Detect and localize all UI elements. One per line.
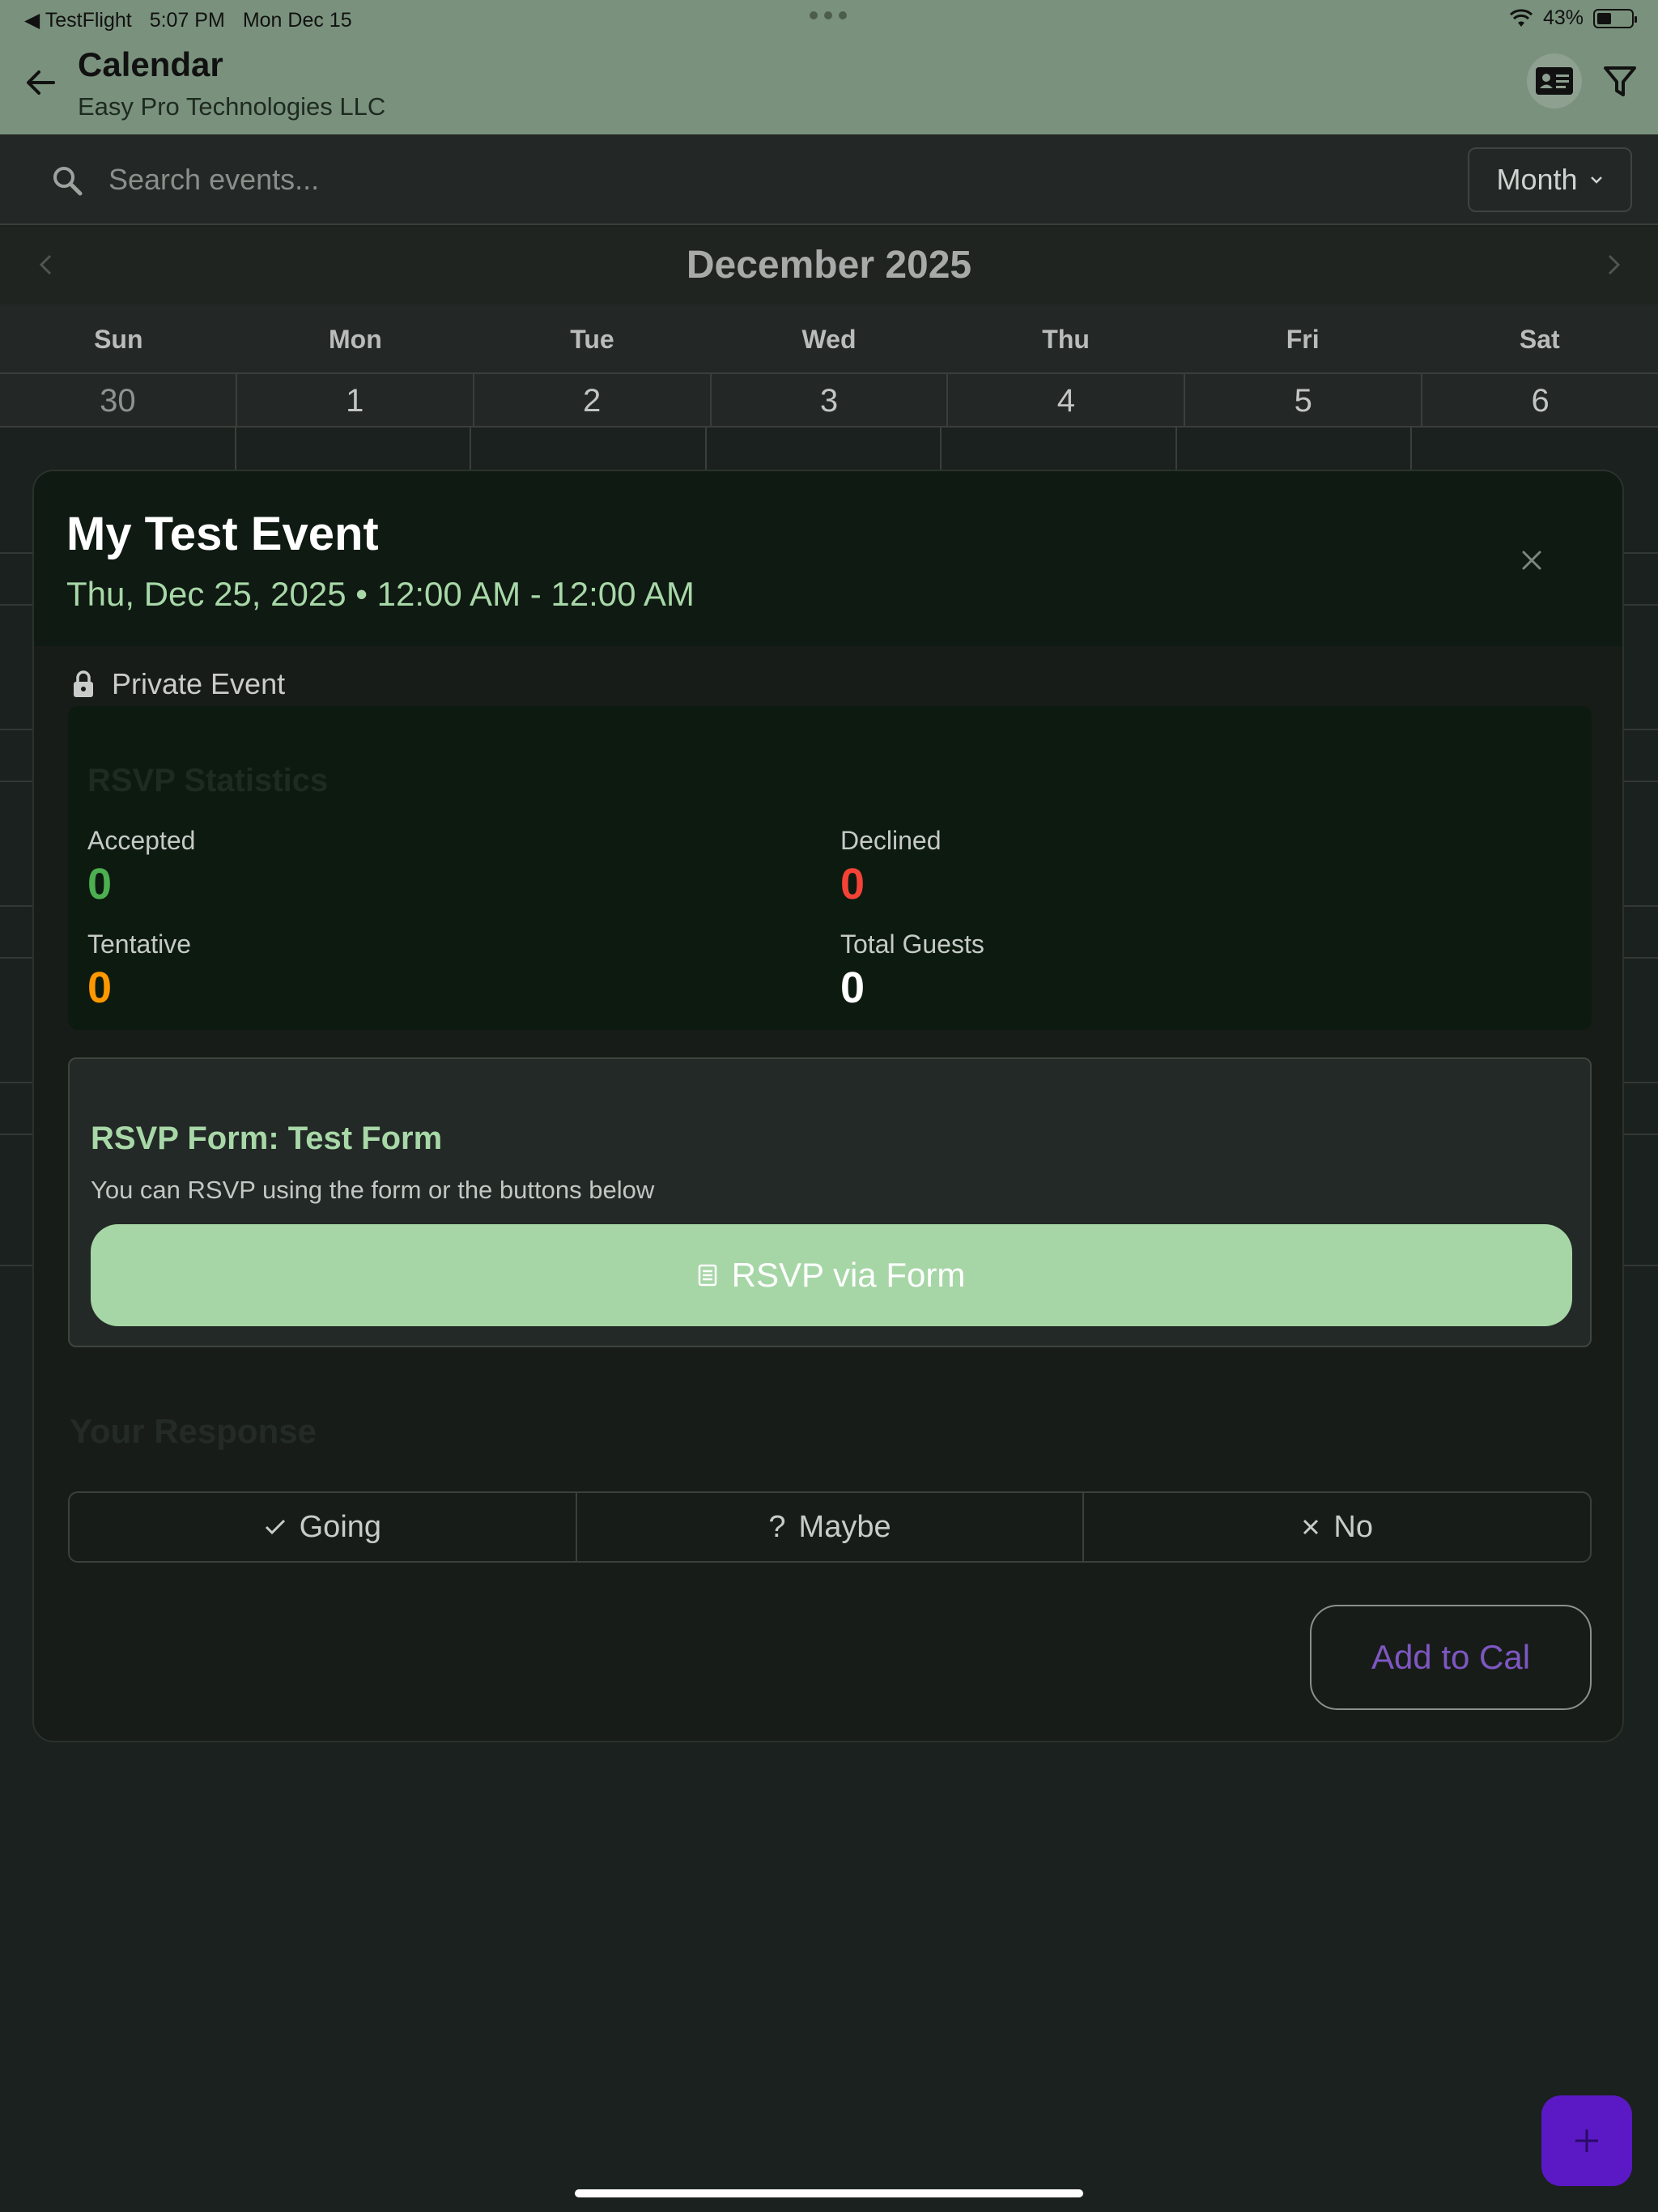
maybe-label: Maybe (798, 1509, 891, 1544)
view-mode-dropdown[interactable]: Month (1468, 147, 1632, 212)
weekday-header: Sun Mon Tue Wed Thu Fri Sat (0, 304, 1658, 374)
search-input[interactable] (108, 154, 1404, 206)
privacy-label: Private Event (112, 667, 286, 700)
add-event-fab[interactable] (1541, 2095, 1632, 2186)
stat-value: 0 (840, 860, 865, 908)
rsvp-form-title: RSVP Form: Test Form (91, 1121, 443, 1156)
rsvp-via-form-label: RSVP via Form (731, 1256, 966, 1294)
stat-value: 0 (87, 963, 113, 1012)
going-button[interactable]: Going (70, 1493, 577, 1561)
rsvp-response-segmented-control: Going ? Maybe No (68, 1491, 1592, 1563)
stat-declined: Declined 0 (840, 826, 942, 909)
view-mode-value: Month (1496, 163, 1578, 196)
no-button[interactable]: No (1084, 1493, 1590, 1561)
company-name: Easy Pro Technologies LLC (78, 92, 386, 121)
calendar-day-cell[interactable]: 1 (237, 374, 474, 426)
home-indicator[interactable] (575, 2189, 1083, 2197)
event-title: My Test Event (66, 508, 379, 560)
battery-percent: 43% (1542, 6, 1584, 29)
calendar-day-cell[interactable]: 5 (1185, 374, 1423, 426)
calendar-day-cell[interactable]: 2 (474, 374, 712, 426)
status-date: Mon Dec 15 (242, 8, 352, 32)
chevron-down-icon (1590, 177, 1602, 184)
stat-value: 0 (87, 860, 113, 908)
weekday-label: Mon (328, 325, 382, 354)
question-mark-icon: ? (768, 1509, 786, 1544)
filter-icon[interactable] (1601, 63, 1639, 100)
check-icon (265, 1519, 285, 1535)
wifi-icon (1509, 8, 1533, 27)
add-to-calendar-button[interactable]: Add to Cal (1310, 1605, 1592, 1710)
month-title: December 2025 (686, 244, 972, 287)
calendar-day-cell[interactable]: 30 (0, 374, 237, 426)
stat-total-guests: Total Guests 0 (840, 929, 984, 1013)
close-icon[interactable] (1516, 544, 1548, 576)
weekday-label: Wed (801, 325, 857, 354)
chevron-right-icon[interactable] (1600, 251, 1627, 279)
calendar-day-cell[interactable]: 3 (712, 374, 949, 426)
rsvp-form-description: You can RSVP using the form or the butto… (91, 1176, 655, 1204)
weekday-label: Sat (1519, 325, 1560, 354)
event-datetime: Thu, Dec 25, 2025 • 12:00 AM - 12:00 AM (66, 575, 695, 613)
weekday-label: Sun (94, 325, 143, 354)
rsvp-via-form-button[interactable]: RSVP via Form (91, 1224, 1572, 1326)
weekday-label: Thu (1042, 325, 1090, 354)
form-icon (698, 1264, 716, 1287)
maybe-button[interactable]: ? Maybe (577, 1493, 1085, 1561)
battery-icon (1593, 8, 1637, 28)
rsvp-statistics-card: RSVP Statistics Accepted 0 Declined 0 Te… (68, 706, 1592, 1030)
contact-card-icon (1536, 67, 1573, 95)
stat-accepted: Accepted 0 (87, 826, 195, 909)
search-icon (53, 167, 83, 196)
stat-label: Accepted (87, 826, 196, 855)
back-to-app-link[interactable]: ◀ TestFlight (24, 8, 132, 32)
event-detail-modal: My Test Event Thu, Dec 25, 2025 • 12:00 … (32, 470, 1624, 1742)
modal-header: My Test Event Thu, Dec 25, 2025 • 12:00 … (34, 471, 1622, 646)
rsvp-form-card: RSVP Form: Test Form You can RSVP using … (68, 1057, 1592, 1347)
your-response-title: Your Response (70, 1412, 317, 1450)
page-title: Calendar (78, 45, 223, 83)
contact-card-button[interactable] (1527, 53, 1582, 108)
stat-label: Total Guests (840, 929, 984, 959)
search-bar: Month (0, 134, 1658, 225)
no-label: No (1333, 1509, 1373, 1544)
calendar-day-cell[interactable]: 4 (948, 374, 1186, 426)
status-time: 5:07 PM (149, 8, 225, 32)
privacy-indicator: Private Event (71, 667, 285, 701)
arrow-left-icon[interactable] (21, 63, 60, 102)
plus-icon (1575, 2129, 1598, 2152)
multitasking-dots-icon[interactable] (810, 11, 847, 19)
calendar-day-cell[interactable]: 6 (1422, 374, 1658, 426)
going-label: Going (299, 1509, 382, 1544)
weekday-label: Fri (1286, 325, 1320, 354)
app-bar: ◀ TestFlight 5:07 PM Mon Dec 15 43% Cale… (0, 0, 1658, 134)
calendar-week-row: 30 1 2 3 4 5 6 (0, 374, 1658, 428)
stat-value: 0 (840, 963, 865, 1012)
weekday-label: Tue (570, 325, 614, 354)
status-bar: ◀ TestFlight 5:07 PM Mon Dec 15 43% (0, 0, 1658, 39)
stat-tentative: Tentative 0 (87, 929, 191, 1013)
add-to-calendar-label: Add to Cal (1371, 1638, 1531, 1676)
stat-label: Declined (840, 826, 942, 855)
rsvp-stats-title: RSVP Statistics (87, 763, 329, 798)
x-icon (1303, 1519, 1319, 1535)
lock-icon (74, 670, 93, 697)
stat-label: Tentative (87, 929, 192, 959)
month-header: December 2025 (0, 227, 1658, 304)
